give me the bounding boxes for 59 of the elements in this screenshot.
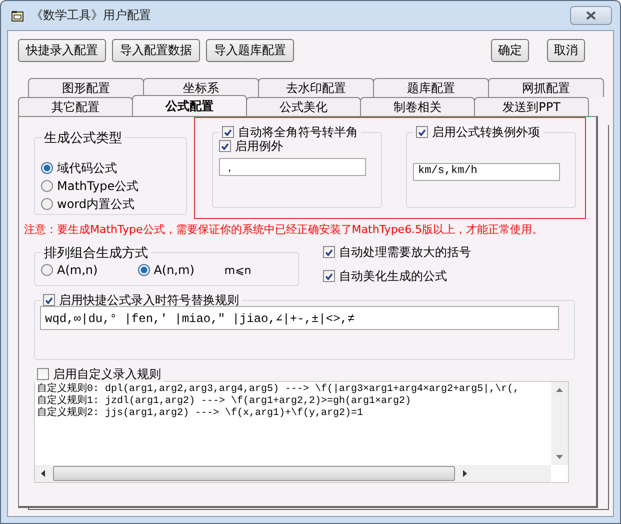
checkbox[interactable] xyxy=(219,140,231,152)
cancel-button[interactable]: 取消 xyxy=(547,39,585,62)
scroll-up-icon[interactable] xyxy=(556,388,563,392)
input-field[interactable]: km/s,km/h xyxy=(413,163,560,181)
input-field[interactable]: wqd,∞|du,° |fen,′ |miao,″ |jiao,∠|+-,±|<>,≠ xyxy=(40,306,559,330)
checkmark-icon xyxy=(325,248,333,256)
checkbox[interactable] xyxy=(323,270,335,282)
tab[interactable]: 制卷相关 xyxy=(360,97,475,116)
toolbar-button[interactable]: 导入配置数据 xyxy=(112,39,200,62)
scroll-right-icon[interactable] xyxy=(463,470,467,477)
checkbox-label[interactable]: 自动美化生成的公式 xyxy=(339,268,447,284)
rule-line: 自定义规则0: dpl(arg1,arg2,arg3,arg4,arg5) ---> \f(|arg3×arg1+arg4×arg2+arg5|,\r(, xyxy=(37,384,520,395)
checkbox[interactable] xyxy=(416,126,428,138)
radio-label[interactable]: A(n,m) xyxy=(154,263,194,277)
group-title: 排列组合生成方式 xyxy=(41,244,151,262)
radio-label[interactable]: MathType公式 xyxy=(57,178,139,194)
group-title: 生成公式类型 xyxy=(41,129,125,147)
radio-button[interactable] xyxy=(41,198,53,210)
checkmark-icon xyxy=(45,296,53,304)
close-icon xyxy=(586,11,596,20)
horizontal-scrollbar[interactable] xyxy=(35,465,551,482)
window-icon xyxy=(11,10,25,22)
warning-text: 注意：要生成MathType公式，需要保证你的系统中已经正确安装了MathType6.5版以上，才能正常使用。 xyxy=(24,222,544,238)
checkbox[interactable] xyxy=(222,126,234,138)
tab[interactable]: 图形配置 xyxy=(28,78,144,97)
tab[interactable]: 去水印配置 xyxy=(258,78,374,97)
radio-button[interactable] xyxy=(41,180,53,192)
checkbox-label[interactable]: 启用例外 xyxy=(235,138,283,154)
radio-button[interactable] xyxy=(41,264,53,276)
radio-label[interactable]: A(m,n) xyxy=(57,263,98,277)
checkmark-icon xyxy=(418,128,426,136)
tab[interactable]: 题库配置 xyxy=(373,78,489,97)
scroll-left-icon[interactable] xyxy=(41,470,45,477)
radio-label[interactable]: 域代码公式 xyxy=(57,160,117,176)
toolbar-button[interactable]: 导入题库配置 xyxy=(206,39,294,62)
close-button[interactable] xyxy=(570,6,612,25)
text-area[interactable]: 自定义规则0: dpl(arg1,arg2,arg3,arg4,arg5) ---> \f(|arg3×arg1+arg4×arg2+arg5|,\r(, 自定义规则1: jzdl(arg1,arg2) ---> \f(arg1+arg2,2)>=gh(arg1×arg2) 自定义规则2: jjs(arg1,arg2) ---> \f(x,arg1)+\f(y,arg2)=1 xyxy=(34,381,569,483)
toolbar-button[interactable]: 快捷录入配置 xyxy=(18,39,106,62)
rule-line: 自定义规则1: jzdl(arg1,arg2) ---> \f(arg1+arg2,2)>=gh(arg1×arg2) xyxy=(37,396,412,407)
scroll-down-icon[interactable] xyxy=(556,455,563,459)
radio-button[interactable] xyxy=(41,162,53,174)
input-field[interactable]: ， xyxy=(219,158,366,176)
scrollbar-thumb[interactable] xyxy=(53,466,455,481)
checkbox[interactable] xyxy=(43,294,55,306)
checkbox[interactable] xyxy=(323,246,335,258)
radio-button[interactable] xyxy=(138,264,150,276)
tab[interactable]: 发送到PPT xyxy=(474,97,589,116)
radio-label[interactable]: word内置公式 xyxy=(57,196,134,212)
vertical-scrollbar[interactable] xyxy=(551,382,568,465)
window-title: 《数学工具》用户配置 xyxy=(31,7,152,24)
condition-text: m⩽n xyxy=(224,264,252,276)
ok-button[interactable]: 确定 xyxy=(491,39,529,62)
rule-line: 自定义规则2: jjs(arg1,arg2) ---> \f(x,arg1)+\f(y,arg2)=1 xyxy=(37,408,364,420)
tab[interactable]: 坐标系 xyxy=(143,78,259,97)
tab[interactable]: 公式美化 xyxy=(246,97,361,116)
tab[interactable]: 其它配置 xyxy=(18,97,133,116)
checkbox[interactable] xyxy=(37,368,49,380)
checkmark-icon xyxy=(325,272,333,280)
tab[interactable]: 网抓配置 xyxy=(488,78,604,97)
